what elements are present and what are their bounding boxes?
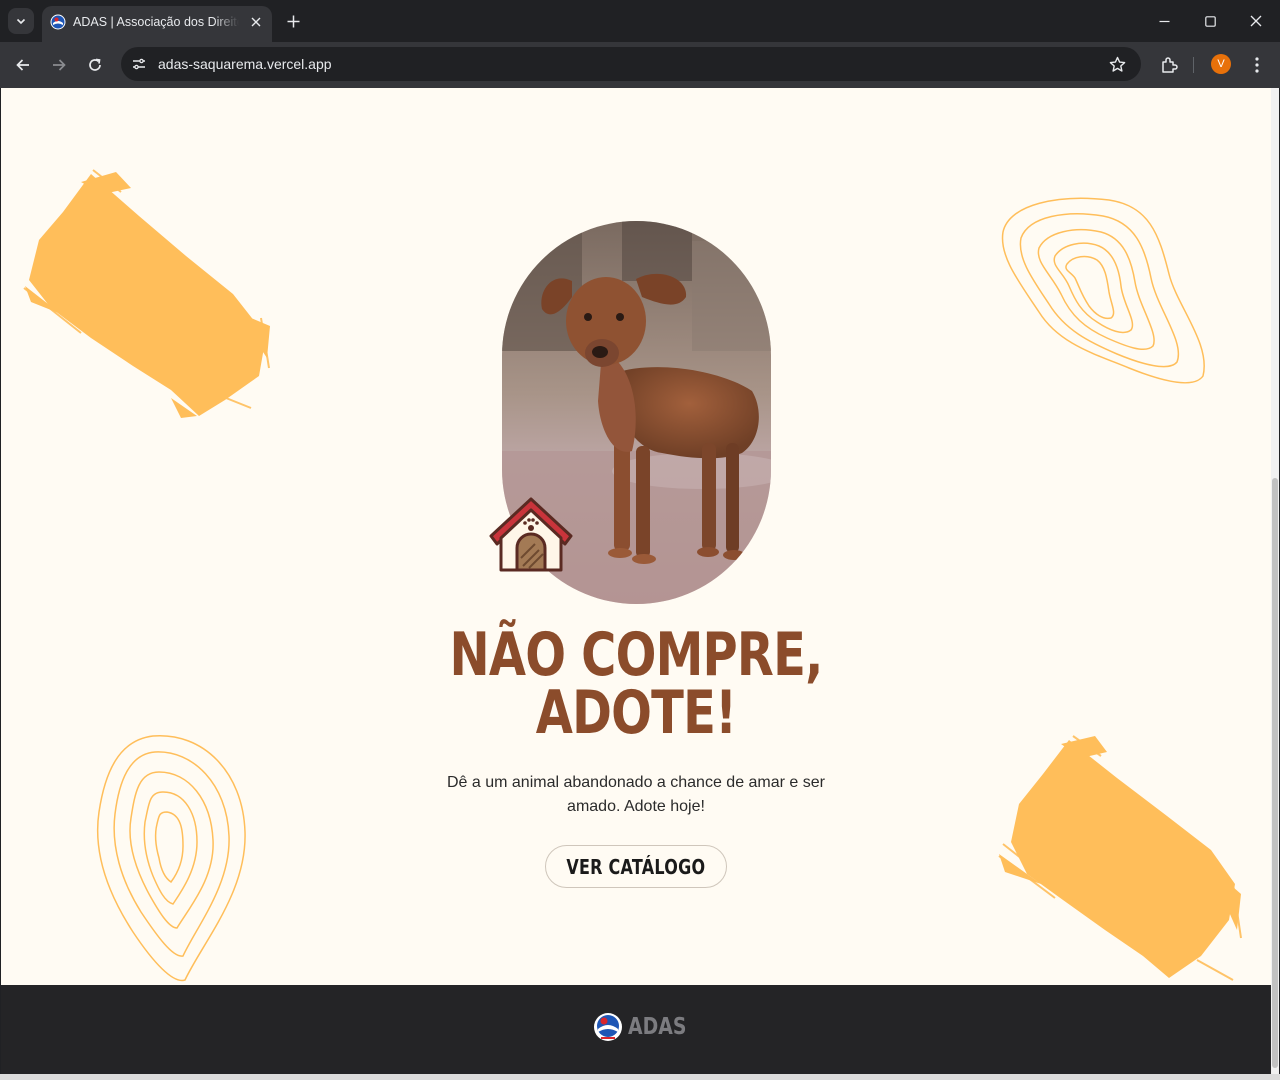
url-text[interactable]: adas-saquarema.vercel.app: [158, 56, 332, 72]
plus-icon: [287, 15, 299, 27]
contour-lines-decoration: [1001, 197, 1205, 384]
window-bottom-edge: [0, 1074, 1280, 1080]
reload-icon: [89, 58, 101, 71]
close-window-button[interactable]: [1241, 6, 1271, 36]
tab-close-button[interactable]: [248, 14, 264, 30]
close-icon: [1250, 15, 1262, 27]
view-catalog-button[interactable]: VER CATÁLOGO: [545, 845, 727, 888]
maximize-icon: [1204, 15, 1216, 27]
contour-lines-decoration: [96, 735, 246, 982]
back-icon: [16, 59, 29, 71]
hero-subtitle: Dê a um animal abandonado a chance de am…: [446, 774, 825, 815]
page-scrollbar[interactable]: [1271, 88, 1279, 1074]
browser-menu-button[interactable]: [1243, 51, 1271, 79]
star-icon: [1109, 56, 1125, 72]
brush-stroke-decoration: [23, 169, 270, 418]
extensions-icon: [1162, 57, 1178, 73]
tab-title: ADAS | Associação dos Direitos: [73, 15, 239, 29]
close-icon: [251, 17, 261, 27]
minimize-icon: [1159, 20, 1169, 22]
forward-button[interactable]: [45, 51, 73, 79]
browser-toolbar: adas-saquarema.vercel.app: [0, 42, 1280, 88]
page-viewport: NÃO COMPRE, ADOTE! Dê a um animal abando…: [1, 88, 1271, 1074]
chevron-down-icon: [16, 18, 26, 25]
site-info-icon: [133, 58, 145, 70]
minimize-button[interactable]: [1149, 6, 1179, 36]
new-tab-button[interactable]: [283, 11, 303, 31]
browser-tab-active[interactable]: ADAS | Associação dos Direitos: [42, 6, 272, 42]
toolbar-separator: [1193, 57, 1194, 73]
view-catalog-label: VER CATÁLOGO: [566, 854, 706, 879]
footer-brand[interactable]: ADAS: [593, 1010, 699, 1044]
browser-titlebar: ADAS | Associação dos Direitos: [0, 0, 1280, 42]
adas-favicon-icon: [50, 14, 66, 30]
dog-house-icon: [489, 497, 573, 572]
back-button[interactable]: [9, 51, 37, 79]
hero-title-line2: ADOTE!: [535, 678, 737, 748]
site-info-button[interactable]: [129, 54, 149, 74]
extensions-button[interactable]: [1155, 51, 1183, 79]
site-footer: ADAS: [1, 985, 1271, 1074]
profile-avatar[interactable]: V: [1211, 54, 1231, 74]
hero-title: NÃO COMPRE, ADOTE!: [396, 625, 876, 743]
maximize-button[interactable]: [1195, 6, 1225, 36]
reload-button[interactable]: [81, 51, 109, 79]
tab-search-button[interactable]: [8, 8, 34, 34]
forward-icon: [53, 59, 66, 71]
scrollbar-thumb[interactable]: [1272, 478, 1278, 1068]
brush-stroke-decoration: [998, 735, 1242, 981]
more-icon: [1255, 57, 1259, 73]
bookmark-button[interactable]: [1107, 54, 1127, 74]
footer-brand-text: ADAS: [628, 1014, 687, 1040]
adas-logo: [594, 1013, 622, 1041]
address-bar[interactable]: adas-saquarema.vercel.app: [121, 47, 1141, 81]
